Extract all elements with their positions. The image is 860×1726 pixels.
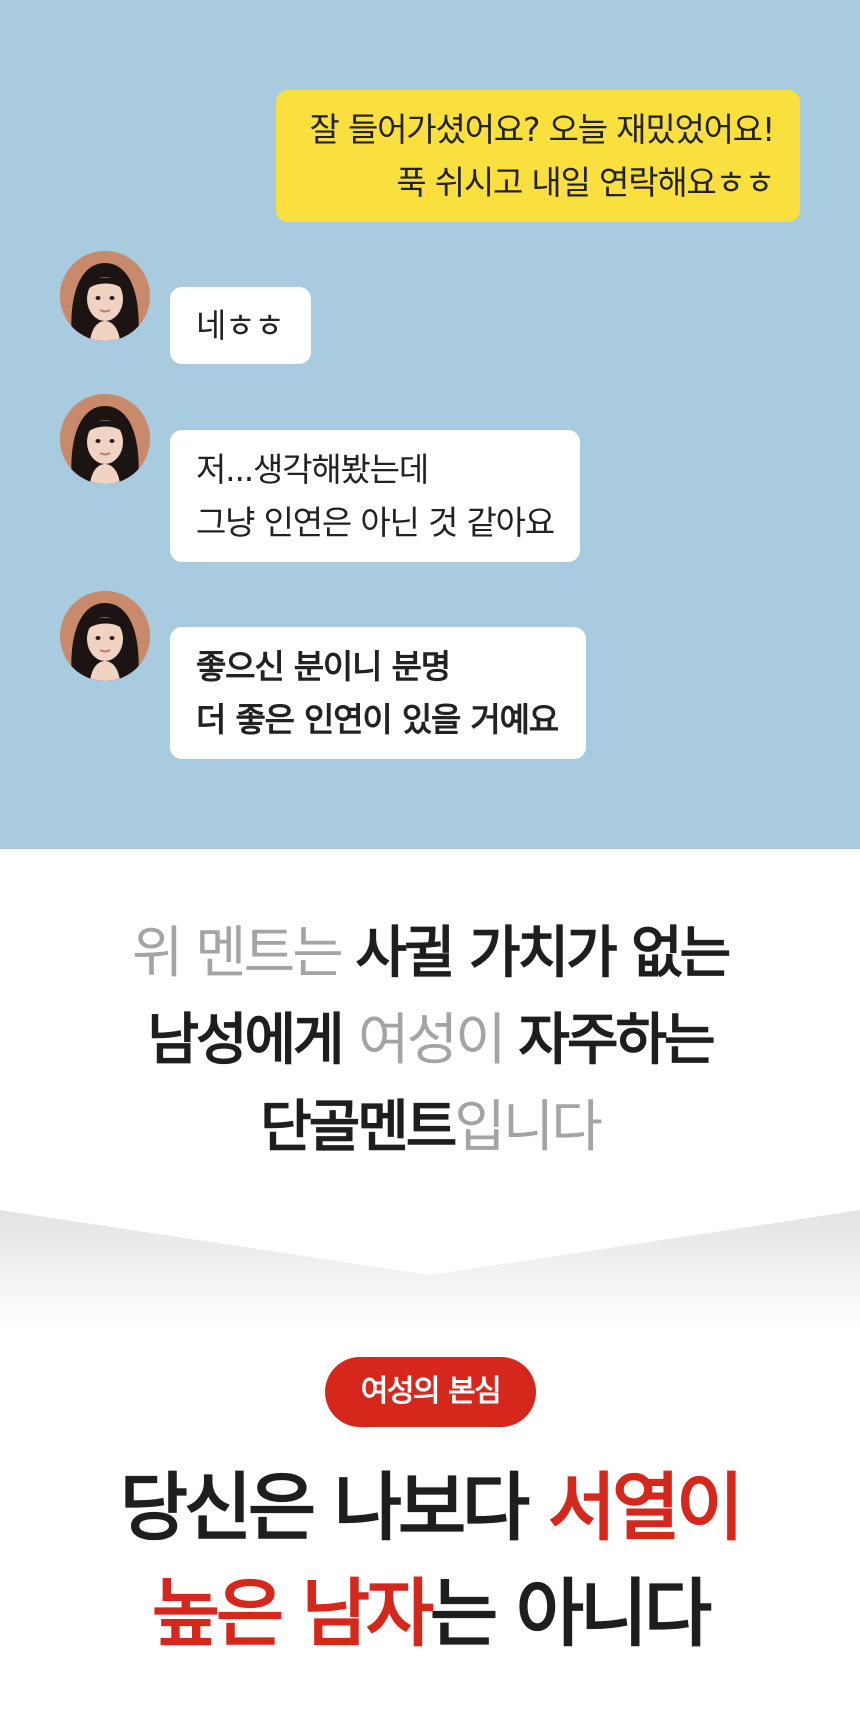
headline-line: 남성에게 여성이 자주하는 <box>147 1008 715 1073</box>
received-message-line: 저...생각해봤는데 <box>196 450 429 489</box>
true-feelings-badge: 여성의 본심 <box>325 1357 536 1427</box>
avatar <box>60 251 150 341</box>
received-message-line: 네ㅎㅎ <box>196 306 285 345</box>
sent-message-line: 잘 들어가셨어요? 오늘 재밌었어요! <box>309 110 776 149</box>
headline-line: 위 멘트는 사귈 가치가 없는 <box>131 921 731 986</box>
received-message-bubble: 저...생각해봤는데 그냥 인연은 아닌 것 같아요 <box>170 430 580 562</box>
sent-message-bubble: 잘 들어가셨어요? 오늘 재밌었어요! 푹 쉬시고 내일 연락해요ㅎㅎ <box>276 90 800 222</box>
headline: 위 멘트는 사귈 가치가 없는 남성에게 여성이 자주하는 단골멘트입니다 <box>0 910 860 1171</box>
received-message-line: 좋으신 분이니 분명 <box>196 647 451 686</box>
woman-avatar-icon <box>60 394 150 484</box>
received-message-bubble: 네ㅎㅎ <box>170 287 311 364</box>
section-divider-arrow <box>0 1200 860 1330</box>
received-message-bubble: 좋으신 분이니 분명 더 좋은 인연이 있을 거예요 <box>170 627 586 759</box>
woman-avatar-icon <box>60 591 150 681</box>
woman-avatar-icon <box>60 251 150 341</box>
conclusion-line: 당신은 나보다 서열이 <box>119 1465 744 1551</box>
conclusion-heading: 당신은 나보다 서열이 높은 남자는 아니다 <box>0 1455 860 1667</box>
headline-line: 단골멘트입니다 <box>260 1095 603 1160</box>
received-message-line: 그냥 인연은 아닌 것 같아요 <box>196 503 555 542</box>
conclusion-line: 높은 남자는 아니다 <box>151 1571 712 1657</box>
received-message-line: 더 좋은 인연이 있을 거예요 <box>196 700 559 739</box>
avatar <box>60 394 150 484</box>
avatar <box>60 591 150 681</box>
chat-screenshot: 잘 들어가셨어요? 오늘 재밌었어요! 푹 쉬시고 내일 연락해요ㅎㅎ 네ㅎㅎ <box>0 0 860 849</box>
sent-message-line: 푹 쉬시고 내일 연락해요ㅎㅎ <box>396 163 775 202</box>
